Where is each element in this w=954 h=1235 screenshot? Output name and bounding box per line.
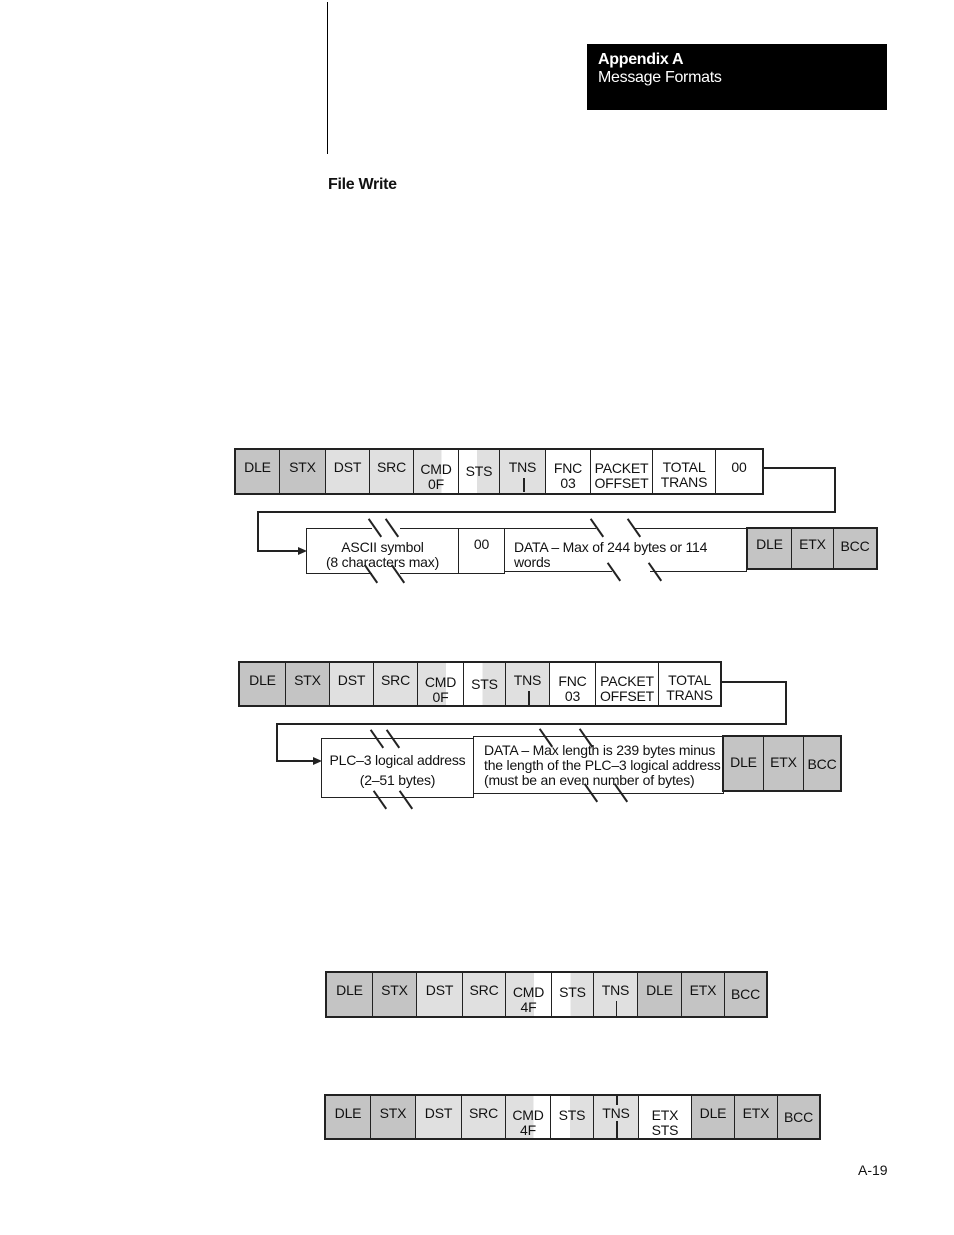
- d3-reply-frame: DLE STX DST SRC CMD 4F STS TNS DLE ETX B…: [325, 971, 768, 1018]
- field-stx: STX: [280, 450, 326, 493]
- field-dle: DLE: [236, 450, 280, 493]
- field-cmd: CMD 4F: [506, 973, 552, 1016]
- connector: [276, 760, 314, 762]
- connector: [764, 467, 835, 469]
- field-cmd: CMD 0F: [414, 450, 459, 493]
- chapter-header: Appendix A Message Formats: [587, 44, 887, 110]
- connector: [257, 511, 836, 513]
- tns-label: TNS: [601, 982, 630, 998]
- field-dle: DLE: [240, 663, 286, 705]
- field-cmd: CMD 0F: [418, 663, 464, 705]
- field-bcc: BCC: [778, 1096, 819, 1138]
- field-packet-offset: PACKET OFFSET: [596, 663, 659, 705]
- d1-command-frame: DLE STX DST SRC CMD 0F STS TNS FNC 03 PA…: [234, 448, 764, 495]
- field-total-trans: TOTAL TRANS: [653, 450, 716, 493]
- connector: [257, 550, 299, 552]
- d1-ascii-symbol: ASCII symbol (8 characters max): [306, 528, 459, 574]
- field-src: SRC: [374, 663, 418, 705]
- tns-label: TNS: [602, 1105, 630, 1121]
- field-sts: STS: [459, 450, 500, 493]
- appendix-label: Appendix A: [598, 51, 684, 68]
- connector: [276, 723, 787, 725]
- connector: [276, 723, 278, 761]
- field-stx: STX: [286, 663, 330, 705]
- field-dle: DLE: [724, 737, 764, 790]
- field-cmd: CMD 4F: [506, 1096, 551, 1138]
- d1-data-field: DATA – Max of 244 bytes or 114 words: [504, 528, 747, 572]
- field-dst: DST: [326, 450, 370, 493]
- field-packet-offset: PACKET OFFSET: [591, 450, 653, 493]
- field-src: SRC: [370, 450, 414, 493]
- field-ext-sts: ETX STS: [639, 1096, 692, 1138]
- tns-label: TNS: [508, 459, 537, 475]
- field-bcc: BCC: [804, 737, 840, 790]
- d1-trailer: DLE ETX BCC: [746, 527, 878, 570]
- field-sts: STS: [551, 1096, 594, 1138]
- connector: [834, 467, 836, 512]
- field-sts: STS: [552, 973, 594, 1016]
- field-src: SRC: [463, 973, 506, 1016]
- field-etx: ETX: [764, 737, 804, 790]
- field-etx: ETX: [735, 1096, 778, 1138]
- field-dst: DST: [417, 973, 463, 1016]
- field-src: SRC: [462, 1096, 506, 1138]
- field-00: 00: [716, 450, 762, 493]
- field-dst: DST: [330, 663, 374, 705]
- field-bcc: BCC: [834, 529, 876, 568]
- field-dst: DST: [416, 1096, 462, 1138]
- field-stx: STX: [373, 973, 417, 1016]
- connector: [257, 511, 259, 551]
- field-fnc: FNC 03: [550, 663, 596, 705]
- field-sts: STS: [464, 663, 506, 705]
- section-title: File Write: [328, 176, 397, 193]
- field-stx: STX: [371, 1096, 416, 1138]
- field-fnc: FNC 03: [546, 450, 591, 493]
- field-dle: DLE: [748, 529, 792, 568]
- d1-zero-field: 00: [458, 528, 505, 574]
- field-bcc: BCC: [725, 973, 766, 1016]
- field-tns: TNS: [500, 450, 546, 493]
- field-etx: ETX: [682, 973, 725, 1016]
- appendix-title: Message Formats: [598, 69, 722, 86]
- tns-label: TNS: [513, 672, 542, 688]
- connector: [785, 681, 787, 724]
- d2-command-frame: DLE STX DST SRC CMD 0F STS TNS FNC 03 PA…: [238, 661, 722, 707]
- field-dle: DLE: [692, 1096, 735, 1138]
- field-dle: DLE: [327, 973, 373, 1016]
- field-total-trans: TOTAL TRANS: [659, 663, 720, 705]
- d4-reply-frame: DLE STX DST SRC CMD 4F STS TNS ETX STS D…: [324, 1094, 821, 1140]
- d2-trailer: DLE ETX BCC: [722, 735, 842, 792]
- field-dle: DLE: [638, 973, 682, 1016]
- field-tns: TNS: [506, 663, 550, 705]
- d2-data-field: DATA – Max length is 239 bytes minus the…: [473, 736, 724, 794]
- field-tns: TNS: [594, 1096, 639, 1140]
- field-tns: TNS: [594, 973, 638, 1017]
- margin-rule: [327, 2, 328, 154]
- page-number: A-19: [858, 1162, 888, 1178]
- field-dle: DLE: [326, 1096, 371, 1138]
- field-etx: ETX: [792, 529, 834, 568]
- connector: [722, 681, 786, 683]
